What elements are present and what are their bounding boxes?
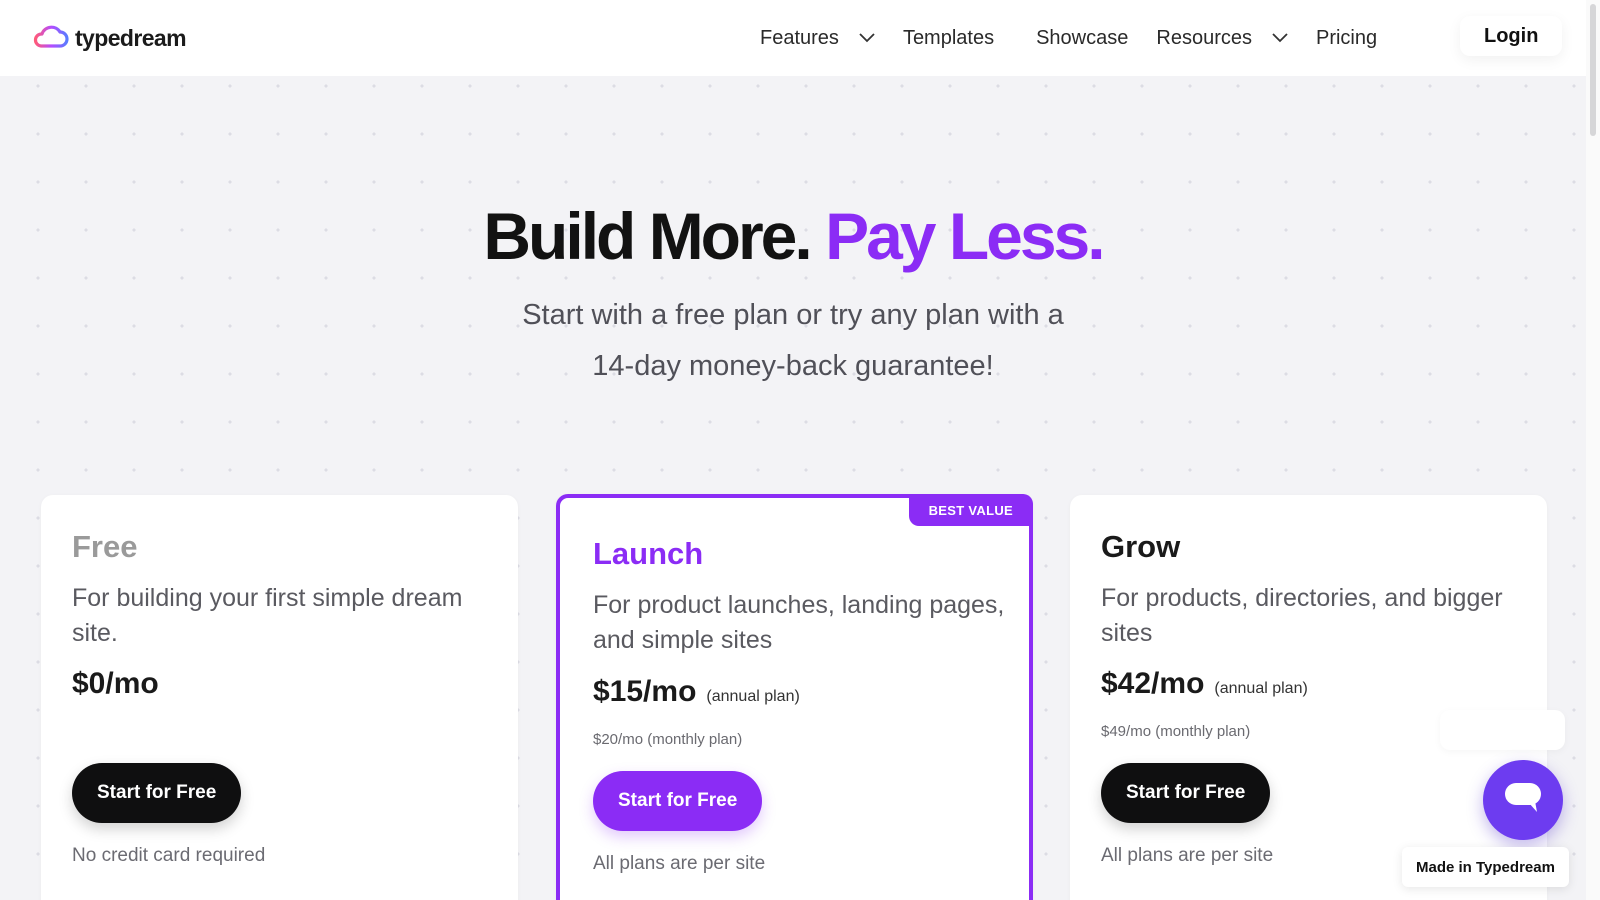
chat-icon [1503, 781, 1543, 820]
hero-title-accent: Pay Less. [825, 199, 1106, 273]
nav-resources[interactable]: Resources [1156, 27, 1288, 50]
page: typedream Features Templates Showcase Re… [0, 0, 1600, 900]
cloud-logo-icon [33, 22, 69, 55]
scrollbar-track[interactable] [1586, 0, 1600, 900]
made-in-typedream-badge[interactable]: Made in Typedream [1402, 847, 1569, 887]
logo[interactable]: typedream [33, 22, 187, 55]
plan-name: Grow [1101, 529, 1181, 564]
start-for-free-button[interactable]: Start for Free [593, 771, 763, 831]
chevron-down-icon [859, 33, 875, 43]
plan-price-value: $0/mo [72, 667, 159, 700]
nav-pricing-label: Pricing [1315, 26, 1378, 49]
nav-resources-label: Resources [1156, 26, 1252, 49]
best-value-badge: BEST VALUE [908, 494, 1033, 526]
nav-showcase-label: Showcase [1036, 26, 1129, 49]
plan-price: $15/mo (annual plan) [593, 675, 800, 709]
plan-card-free: Free For building your first simple drea… [41, 495, 518, 900]
plan-price: $42/mo (annual plan) [1101, 667, 1308, 701]
nav-templates[interactable]: Templates [903, 27, 994, 50]
nav-features[interactable]: Features [760, 27, 875, 50]
plan-description: For product launches, landing pages, and… [593, 591, 1005, 654]
nav-pricing[interactable]: Pricing [1316, 27, 1377, 50]
plan-description: For building your first simple dream sit… [72, 584, 463, 647]
plan-price-note: (annual plan) [706, 688, 800, 705]
plan-card-grow: Grow For products, directories, and bigg… [1070, 495, 1547, 900]
header: typedream Features Templates Showcase Re… [0, 0, 1586, 76]
hero-subtitle: Start with a free plan or try any plan w… [0, 290, 1586, 392]
start-for-free-button[interactable]: Start for Free [72, 763, 242, 823]
plan-monthly-price: $49/mo (monthly plan) [1101, 723, 1251, 740]
plan-name: Free [72, 529, 138, 564]
plan-name: Launch [593, 536, 704, 571]
nav-templates-label: Templates [902, 26, 995, 49]
plan-price: $0/mo [72, 667, 159, 701]
plan-price-value: $42/mo [1101, 667, 1205, 700]
plan-monthly-price: $20/mo (monthly plan) [593, 731, 743, 748]
plan-note: No credit card required [72, 845, 266, 866]
scrollbar-thumb[interactable] [1590, 4, 1596, 136]
login-button[interactable]: Login [1460, 16, 1563, 56]
hero-subtitle-line1: Start with a free plan or try any plan w… [522, 299, 1064, 331]
plan-description: For products, directories, and bigger si… [1101, 584, 1503, 647]
main-nav: Features Templates Showcase Resources Pr… [760, 0, 1377, 76]
chevron-down-icon [1272, 33, 1288, 43]
hero-title: Build More. Pay Less. [0, 198, 1586, 274]
plan-card-launch: BEST VALUE Launch For product launches, … [556, 494, 1033, 900]
nav-showcase[interactable]: Showcase [1036, 27, 1128, 50]
hero-subtitle-line2: 14-day money-back guarantee! [592, 350, 994, 382]
hero-title-main: Build More. [483, 199, 812, 273]
plan-price-note: (annual plan) [1214, 680, 1308, 697]
start-for-free-button[interactable]: Start for Free [1101, 763, 1271, 823]
chat-greeting-placeholder [1440, 710, 1565, 750]
plan-note: All plans are per site [1101, 845, 1274, 866]
plan-price-value: $15/mo [593, 675, 697, 708]
nav-features-label: Features [760, 26, 839, 49]
plan-note: All plans are per site [593, 853, 766, 874]
chat-widget-button[interactable] [1483, 760, 1563, 840]
brand-name: typedream [75, 25, 187, 51]
